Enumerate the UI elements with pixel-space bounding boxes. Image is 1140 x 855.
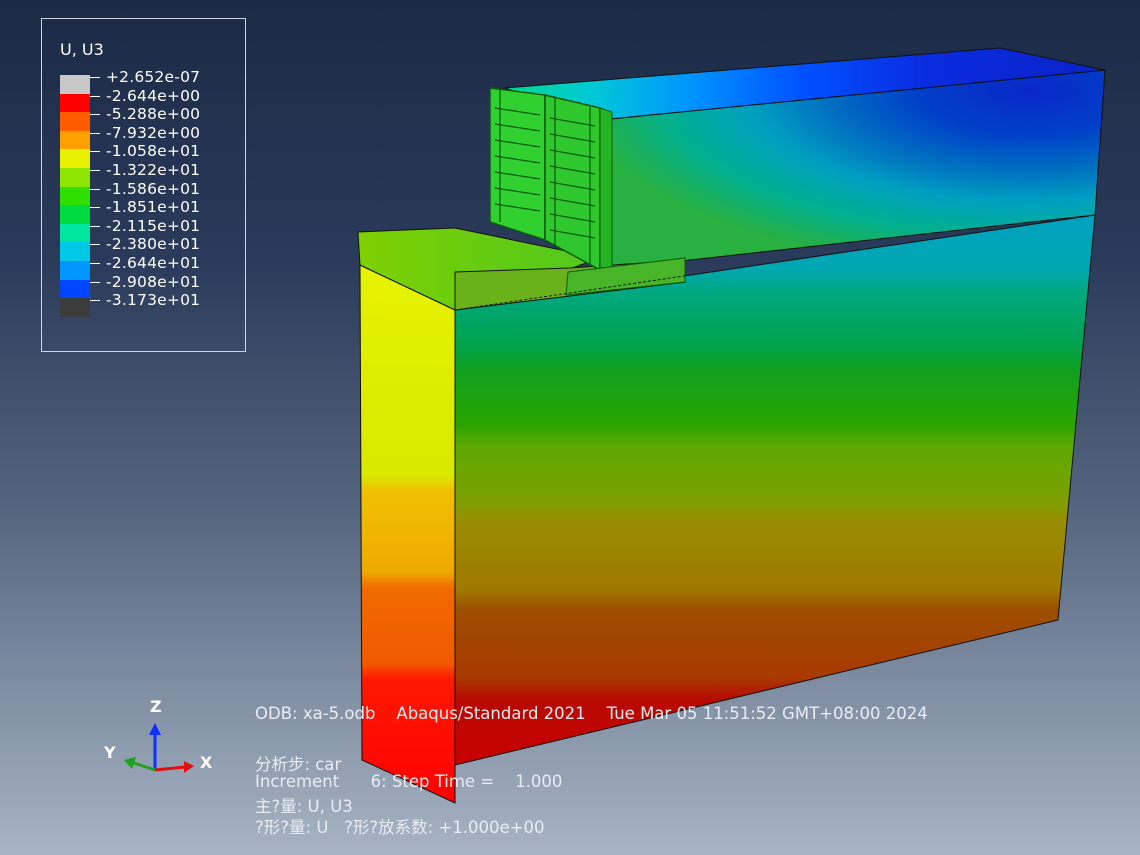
legend-label: -1.322e+01 (106, 161, 201, 179)
legend-label: -2.644e+00 (106, 86, 201, 105)
legend-tick (90, 263, 100, 264)
legend-label: -2.644e+01 (106, 254, 201, 272)
odb-info-line: ODB: xa-5.odb Abaqus/Standard 2021 Tue M… (255, 704, 928, 723)
legend-label: -3.173e+01 (106, 291, 201, 310)
increment-info-line: Increment 6: Step Time = 1.000 (255, 772, 563, 791)
legend-tick (90, 95, 100, 97)
coordinate-triad: Z X Y (100, 695, 220, 785)
z-axis-label: Z (150, 697, 162, 716)
legend-label: -5.288e+00 (106, 105, 201, 124)
legend-label: -2.380e+01 (106, 235, 201, 254)
legend-label: -1.586e+01 (106, 179, 201, 198)
legend-tick (90, 281, 100, 283)
legend-label: -2.115e+01 (106, 216, 201, 235)
x-axis-label: X (200, 753, 213, 772)
legend-label: -2.908e+01 (106, 272, 201, 291)
legend-tick (90, 114, 100, 116)
x-axis-arrow (154, 765, 186, 772)
contour-legend: U, U3 +2.652e-07 -2.644e+00 -5.288e+00 -7.9… (41, 18, 246, 352)
legend-tick (90, 207, 100, 209)
legend-tick (90, 244, 100, 246)
legend-tick (90, 151, 100, 153)
y-axis-label: Y (104, 743, 116, 762)
y-axis-arrow (133, 761, 156, 772)
legend-label: -7.932e+00 (106, 123, 201, 142)
deformed-variable-line: ?形?量: U ?形?放系数: +1.000e+00 (255, 818, 545, 837)
legend-entry: -3.173e+01 (42, 291, 242, 318)
legend-label: -1.851e+01 (106, 198, 201, 217)
legend-label: +2.652e-07 (106, 68, 201, 86)
legend-tick (90, 188, 100, 190)
legend-label: -1.058e+01 (106, 142, 201, 161)
legend-tick (90, 225, 100, 227)
legend-tick (90, 300, 100, 302)
legend-tick (90, 77, 100, 78)
legend-tick (90, 170, 100, 171)
legend-tick (90, 132, 100, 134)
legend-title: U, U3 (60, 40, 104, 59)
